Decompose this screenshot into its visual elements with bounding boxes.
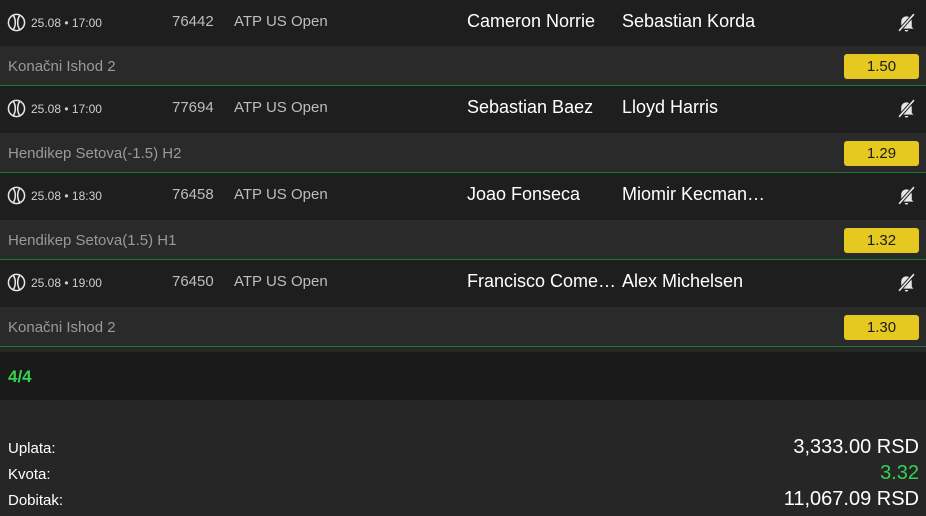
home-player: Sebastian Baez: [467, 97, 594, 117]
away-player: Sebastian Korda: [622, 11, 756, 31]
ticket-summary: Uplata: 3,333.00 RSD Kvota: 3.32 Dobitak…: [0, 400, 926, 516]
odds-value: 3.32: [880, 462, 919, 484]
odd-badge[interactable]: 1.30: [844, 315, 919, 340]
tennis-ball-icon: [7, 186, 26, 205]
home-player: Joao Fonseca: [467, 184, 581, 204]
match-item: 25.08 • 19:00 76450 ATP US Open Francisc…: [0, 260, 926, 347]
match-league: ATP US Open: [234, 13, 328, 30]
match-league: ATP US Open: [234, 186, 328, 203]
away-player: Alex Michelsen: [622, 271, 744, 291]
match-code: 76458: [172, 186, 214, 203]
home-player: Francisco Comesaña: [467, 271, 617, 291]
match-header[interactable]: 25.08 • 18:30 76458 ATP US Open Joao Fon…: [0, 173, 926, 220]
bell-off-icon[interactable]: [896, 12, 917, 33]
match-league: ATP US Open: [234, 273, 328, 290]
bell-off-icon[interactable]: [896, 272, 917, 293]
match-header[interactable]: 25.08 • 17:00 76442 ATP US Open Cameron …: [0, 0, 926, 46]
match-pick-row: Konačni Ishod 2 1.30: [0, 307, 926, 347]
match-header[interactable]: 25.08 • 19:00 76450 ATP US Open Francisc…: [0, 260, 926, 307]
match-item: 25.08 • 17:00 77694 ATP US Open Sebastia…: [0, 86, 926, 173]
tennis-ball-icon: [7, 273, 26, 292]
match-pick-row: Hendikep Setova(-1.5) H2 1.29: [0, 133, 926, 173]
bet-pick: Hendikep Setova(-1.5) H2: [8, 145, 182, 162]
stake-label: Uplata:: [8, 440, 56, 457]
match-code: 77694: [172, 99, 214, 116]
odd-badge[interactable]: 1.29: [844, 141, 919, 166]
odds-label: Kvota:: [8, 466, 51, 483]
bell-off-icon[interactable]: [896, 98, 917, 119]
bet-pick: Konačni Ishod 2: [8, 58, 116, 75]
bet-pick: Konačni Ishod 2: [8, 319, 116, 336]
match-pick-row: Konačni Ishod 2 1.50: [0, 46, 926, 86]
odds-row: Kvota: 3.32: [0, 462, 926, 488]
match-item: 25.08 • 18:30 76458 ATP US Open Joao Fon…: [0, 173, 926, 260]
tennis-ball-icon: [7, 13, 26, 32]
match-code: 76442: [172, 13, 214, 30]
match-date: 25.08 • 17:00: [31, 16, 102, 30]
home-player: Cameron Norrie: [467, 11, 596, 31]
tennis-ball-icon: [7, 99, 26, 118]
match-code: 76450: [172, 273, 214, 290]
ticket-counter-bar: 4/4: [0, 352, 926, 400]
match-counter: 4/4: [8, 367, 32, 386]
away-player: Miomir Kecmanović: [622, 184, 772, 204]
stake-row: Uplata: 3,333.00 RSD: [0, 436, 926, 462]
match-pick-row: Hendikep Setova(1.5) H1 1.32: [0, 220, 926, 260]
match-item: 25.08 • 17:00 76442 ATP US Open Cameron …: [0, 0, 926, 86]
win-value: 11,067.09 RSD: [783, 488, 919, 510]
away-player: Lloyd Harris: [622, 97, 719, 117]
stake-value: 3,333.00 RSD: [793, 436, 919, 458]
ticket-matches: 25.08 • 17:00 76442 ATP US Open Cameron …: [0, 0, 926, 347]
match-league: ATP US Open: [234, 99, 328, 116]
match-date: 25.08 • 18:30: [31, 189, 102, 203]
win-row: Dobitak: 11,067.09 RSD: [0, 488, 926, 514]
match-date: 25.08 • 19:00: [31, 276, 102, 290]
bell-off-icon[interactable]: [896, 185, 917, 206]
win-label: Dobitak:: [8, 492, 64, 509]
match-header[interactable]: 25.08 • 17:00 77694 ATP US Open Sebastia…: [0, 86, 926, 133]
odd-badge[interactable]: 1.50: [844, 54, 919, 79]
odd-badge[interactable]: 1.32: [844, 228, 919, 253]
match-date: 25.08 • 17:00: [31, 102, 102, 116]
bet-pick: Hendikep Setova(1.5) H1: [8, 232, 177, 249]
